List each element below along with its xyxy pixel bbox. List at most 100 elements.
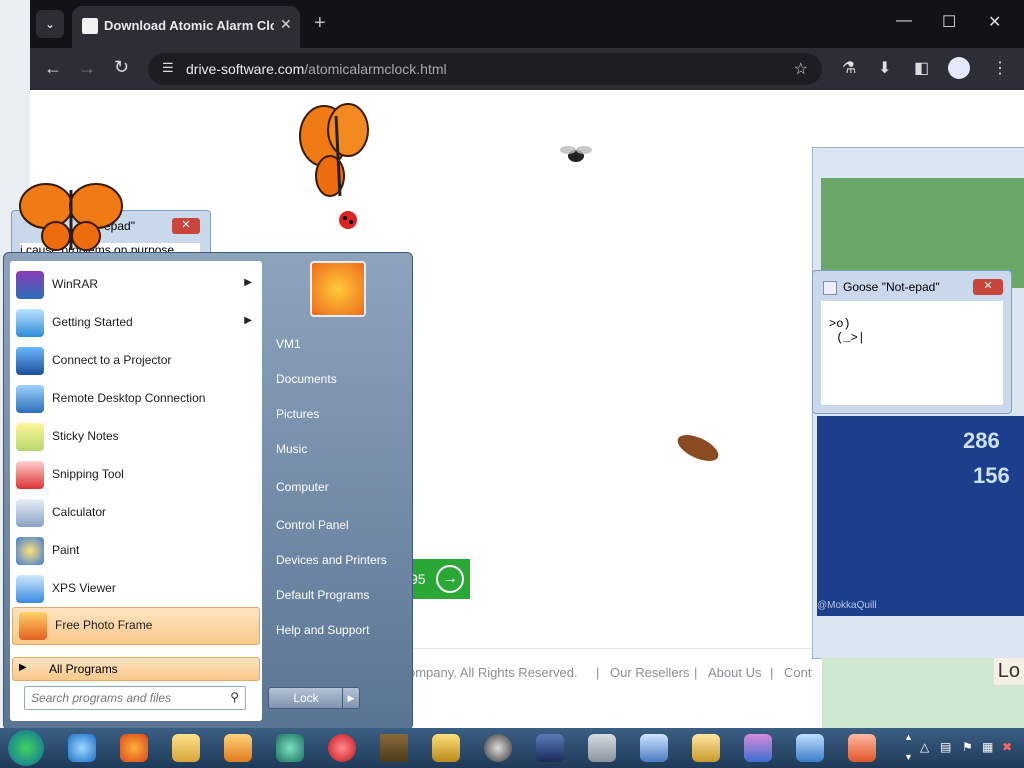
- program-getting-started[interactable]: Getting Started ▶: [10, 305, 262, 341]
- taskbar-speed[interactable]: [474, 730, 522, 766]
- window-close-icon[interactable]: ✕: [988, 12, 1001, 32]
- tools-icon: [432, 734, 460, 762]
- program-paint[interactable]: Paint: [10, 533, 262, 569]
- profile-icon[interactable]: [948, 57, 970, 79]
- notepad-text[interactable]: >o) (_>|: [821, 301, 1003, 405]
- arrow-right-icon: →: [436, 565, 464, 593]
- user-avatar[interactable]: [310, 261, 366, 317]
- chevron-down-icon[interactable]: ⌄: [36, 10, 64, 38]
- buy-button[interactable]: 95 →: [408, 559, 470, 599]
- program-connect-projector[interactable]: Connect to a Projector: [10, 343, 262, 379]
- meme-credit: @MokkaQuill: [817, 600, 877, 611]
- minimize-icon[interactable]: —: [896, 12, 912, 30]
- taskbar-cleaner[interactable]: [682, 730, 730, 766]
- close-icon[interactable]: ✕: [172, 218, 200, 234]
- taskbar-eraser[interactable]: [838, 730, 886, 766]
- program-sticky-notes[interactable]: Sticky Notes: [10, 419, 262, 455]
- taskbar-firefox[interactable]: [110, 730, 158, 766]
- taskbar-archive[interactable]: [734, 730, 782, 766]
- taskbar-app[interactable]: [266, 730, 314, 766]
- start-search-box[interactable]: ⚲: [24, 686, 246, 710]
- address-bar[interactable]: ☰ drive-software.com/atomicalarmclock.ht…: [148, 53, 822, 85]
- shutdown-options-icon[interactable]: ▶: [342, 687, 360, 709]
- ie-icon: [68, 734, 96, 762]
- scroll-up-icon[interactable]: ▲: [904, 732, 913, 742]
- start-right-devices-printers[interactable]: Devices and Printers: [276, 553, 387, 567]
- footer-link-resellers[interactable]: Our Resellers: [610, 665, 689, 680]
- tab-bar: ⌄ Download Atomic Alarm Clock ✕ + — ☐ ✕: [30, 0, 1024, 48]
- start-right-documents[interactable]: Documents: [276, 372, 337, 386]
- taskbar-users[interactable]: [786, 730, 834, 766]
- start-right-user[interactable]: VM1: [276, 337, 301, 351]
- all-programs-button[interactable]: ▶ All Programs: [12, 657, 260, 681]
- program-snipping-tool[interactable]: Snipping Tool: [10, 457, 262, 493]
- all-programs-label: All Programs: [49, 662, 118, 676]
- firefox-icon: [120, 734, 148, 762]
- start-right-control-panel[interactable]: Control Panel: [276, 518, 349, 532]
- broom-icon: [692, 734, 720, 762]
- start-right-music[interactable]: Music: [276, 442, 307, 456]
- display-tray-icon[interactable]: ▦: [982, 740, 993, 754]
- volume-muted-icon[interactable]: ✖: [1002, 740, 1012, 754]
- scroll-down-icon[interactable]: ▼: [904, 752, 913, 762]
- archive-icon: [744, 734, 772, 762]
- footer-link-contact[interactable]: Cont: [784, 665, 811, 680]
- program-label: Free Photo Frame: [55, 618, 153, 632]
- taskbar-chain[interactable]: [578, 730, 626, 766]
- more-vert-icon[interactable]: ⋮: [992, 58, 1008, 78]
- program-free-photo-frame[interactable]: Free Photo Frame: [12, 607, 260, 645]
- forward-arrow-icon[interactable]: →: [78, 58, 96, 79]
- plus-icon[interactable]: +: [314, 12, 326, 35]
- tab-active[interactable]: Download Atomic Alarm Clock ✕: [72, 6, 300, 48]
- search-icon[interactable]: ⚲: [230, 690, 239, 704]
- gauge-icon: [484, 734, 512, 762]
- start-orb-icon[interactable]: [8, 730, 44, 766]
- start-menu: WinRAR ▶ Getting Started ▶ Connect to a …: [3, 252, 413, 730]
- goose-notepad-window[interactable]: Goose "Not-epad" ✕ >o) (_>|: [812, 270, 1012, 414]
- start-right-default-programs[interactable]: Default Programs: [276, 588, 369, 602]
- taskbar-display[interactable]: [526, 730, 574, 766]
- submenu-arrow-icon: ▶: [244, 315, 252, 326]
- lock-button[interactable]: Lock: [268, 687, 344, 709]
- remote-desktop-icon: [16, 385, 44, 413]
- taskbar-opera[interactable]: [318, 730, 366, 766]
- program-xps-viewer[interactable]: XPS Viewer: [10, 571, 262, 607]
- ladybug-sprite: [339, 211, 357, 229]
- program-remote-desktop[interactable]: Remote Desktop Connection: [10, 381, 262, 417]
- scissors-icon: [16, 461, 44, 489]
- taskbar-tools[interactable]: [422, 730, 470, 766]
- taskbar-minecraft[interactable]: [370, 730, 418, 766]
- tune-icon[interactable]: ☰: [162, 60, 174, 76]
- maximize-icon[interactable]: ☐: [942, 12, 956, 32]
- close-icon[interactable]: ✕: [280, 16, 292, 33]
- folder-icon: [172, 734, 200, 762]
- chevron-up-icon[interactable]: △: [920, 740, 929, 754]
- back-arrow-icon[interactable]: ←: [44, 58, 62, 79]
- network-icon: [640, 734, 668, 762]
- paint-palette-icon: [16, 537, 44, 565]
- url-text: drive-software.com/atomicalarmclock.html: [186, 61, 447, 77]
- start-right-help-support[interactable]: Help and Support: [276, 623, 369, 637]
- search-input[interactable]: [25, 687, 223, 709]
- taskbar-explorer[interactable]: [162, 730, 210, 766]
- minecraft-icon: [380, 734, 408, 762]
- program-calculator[interactable]: Calculator: [10, 495, 262, 531]
- side-panel-icon[interactable]: ◧: [914, 58, 929, 78]
- footer-link-about[interactable]: About Us: [708, 665, 761, 680]
- butterfly-sprite: [299, 103, 369, 197]
- taskbar-ie[interactable]: [58, 730, 106, 766]
- start-menu-programs: WinRAR ▶ Getting Started ▶ Connect to a …: [10, 261, 262, 721]
- reload-icon[interactable]: ↻: [114, 57, 129, 78]
- taskbar-media[interactable]: [214, 730, 262, 766]
- network-tray-icon[interactable]: ▤: [940, 740, 951, 754]
- flask-icon[interactable]: ⚗: [842, 58, 856, 78]
- app-icon: [276, 734, 304, 762]
- flag-icon[interactable]: ⚑: [962, 740, 973, 754]
- program-winrar[interactable]: WinRAR ▶: [10, 267, 262, 303]
- start-right-computer[interactable]: Computer: [276, 480, 329, 494]
- start-right-pictures[interactable]: Pictures: [276, 407, 319, 421]
- star-icon[interactable]: ☆: [794, 59, 808, 79]
- download-icon[interactable]: ⬇: [878, 58, 891, 78]
- close-icon[interactable]: ✕: [973, 279, 1003, 295]
- taskbar-network[interactable]: [630, 730, 678, 766]
